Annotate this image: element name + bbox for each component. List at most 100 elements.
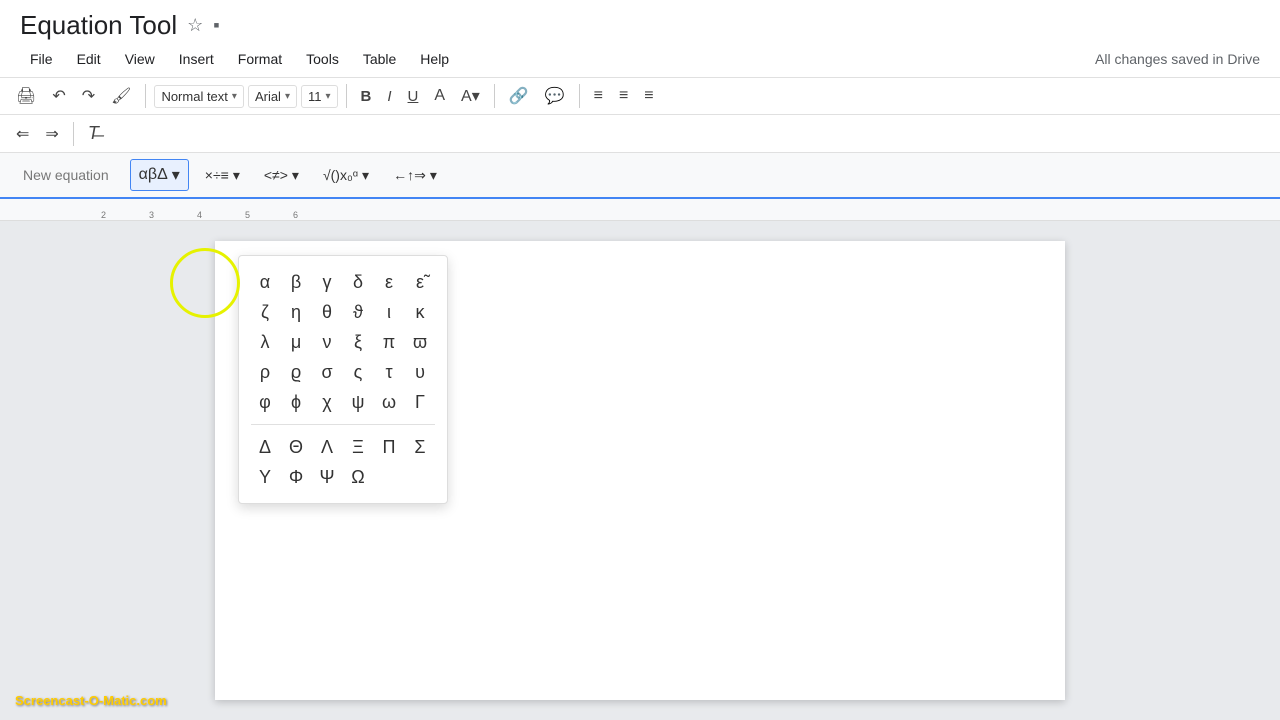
greek-upsilon[interactable]: υ xyxy=(406,358,434,386)
greek-theta[interactable]: θ xyxy=(313,298,341,326)
greek-psi[interactable]: ψ xyxy=(344,388,372,416)
menu-file[interactable]: File xyxy=(20,45,63,73)
arrows-dropdown[interactable]: ←↑⇒ ▾ xyxy=(385,163,445,188)
greek-alpha[interactable]: α xyxy=(251,268,279,296)
greek-vartheta[interactable]: ϑ xyxy=(344,298,372,326)
greek-varrho[interactable]: ϱ xyxy=(282,358,310,386)
comment-icon[interactable]: 💬 xyxy=(539,82,571,110)
greek-Omega[interactable]: Ω xyxy=(344,463,372,491)
relations-label: <≠> xyxy=(264,167,288,183)
operators-dropdown[interactable]: ×÷≡ ▾ xyxy=(197,163,248,188)
ruler-mark-2: 2 xyxy=(60,210,108,220)
math-arrow: ▾ xyxy=(362,167,369,184)
separator-2 xyxy=(346,84,347,108)
greek-gamma[interactable]: γ xyxy=(313,268,341,296)
watermark: Screencast-O-Matic.com xyxy=(15,693,167,708)
bold-button[interactable]: B xyxy=(355,84,378,109)
greek-lambda[interactable]: λ xyxy=(251,328,279,356)
greek-varpi[interactable]: ϖ xyxy=(406,328,434,356)
greek-Theta[interactable]: Θ xyxy=(282,433,310,461)
menu-format[interactable]: Format xyxy=(228,45,292,73)
greek-delta[interactable]: δ xyxy=(344,268,372,296)
greek-Lambda[interactable]: Λ xyxy=(313,433,341,461)
greek-varsigma[interactable]: ς xyxy=(344,358,372,386)
greek-sigma[interactable]: σ xyxy=(313,358,341,386)
greek-iota[interactable]: ι xyxy=(375,298,403,326)
menu-insert[interactable]: Insert xyxy=(169,45,224,73)
underline-button[interactable]: U xyxy=(402,84,425,109)
greek-Gamma[interactable]: Γ xyxy=(406,388,434,416)
greek-tau[interactable]: τ xyxy=(375,358,403,386)
separator-3 xyxy=(494,84,495,108)
greek-divider xyxy=(251,424,435,425)
star-icon[interactable]: ☆ xyxy=(187,15,203,36)
greek-epsilon[interactable]: ε xyxy=(375,268,403,296)
relations-dropdown[interactable]: <≠> ▾ xyxy=(256,163,307,188)
folder-icon[interactable]: ▪ xyxy=(213,15,219,36)
font-size-select[interactable]: 11 ▾ xyxy=(301,85,338,108)
decrease-indent-icon[interactable]: ⇐ xyxy=(10,120,35,148)
font-color-button[interactable]: A xyxy=(428,83,451,109)
greek-lowercase-grid: α β γ δ ε ε̃ ζ η θ ϑ ι κ λ μ ν ξ π ϖ ρ ϱ… xyxy=(251,268,435,491)
new-equation-button[interactable]: New equation xyxy=(10,160,122,190)
greek-zeta[interactable]: ζ xyxy=(251,298,279,326)
greek-Xi[interactable]: Ξ xyxy=(344,433,372,461)
align-right-icon[interactable]: ≡ xyxy=(638,83,659,109)
greek-eta[interactable]: η xyxy=(282,298,310,326)
greek-dropdown-arrow: ▾ xyxy=(172,165,180,185)
paint-format-icon[interactable]: 🖌 xyxy=(105,82,137,110)
ruler-mark-5: 5 xyxy=(204,210,252,220)
arrows-arrow: ▾ xyxy=(430,167,437,184)
greek-mu[interactable]: μ xyxy=(282,328,310,356)
ruler-mark-3: 3 xyxy=(108,210,156,220)
font-size-arrow: ▾ xyxy=(325,91,330,102)
undo-icon[interactable]: ↶ xyxy=(46,82,71,110)
ruler: 2 3 4 5 6 xyxy=(0,199,1280,221)
greek-beta[interactable]: β xyxy=(282,268,310,296)
math-dropdown[interactable]: √()x₀ᵅ ▾ xyxy=(315,163,377,188)
drive-status: All changes saved in Drive xyxy=(1095,51,1260,67)
greek-pi[interactable]: π xyxy=(375,328,403,356)
highlight-color-button[interactable]: A▾ xyxy=(455,82,486,110)
ruler-marks: 2 3 4 5 6 xyxy=(60,210,300,220)
menu-help[interactable]: Help xyxy=(410,45,459,73)
separator-1 xyxy=(145,84,146,108)
greek-Phi[interactable]: Φ xyxy=(282,463,310,491)
link-icon[interactable]: 🔗 xyxy=(503,82,535,110)
greek-varepsilon[interactable]: ε̃ xyxy=(406,268,434,296)
menu-view[interactable]: View xyxy=(115,45,165,73)
greek-Psi[interactable]: Ψ xyxy=(313,463,341,491)
align-left-icon[interactable]: ≡ xyxy=(588,83,609,109)
paragraph-style-select[interactable]: Normal text ▾ xyxy=(154,85,244,108)
menu-edit[interactable]: Edit xyxy=(67,45,111,73)
increase-indent-icon[interactable]: ⇒ xyxy=(39,120,64,148)
italic-button[interactable]: I xyxy=(381,84,397,109)
align-center-icon[interactable]: ≡ xyxy=(613,83,634,109)
relations-arrow: ▾ xyxy=(292,167,299,184)
greek-kappa[interactable]: κ xyxy=(406,298,434,326)
content-area: 5 3 xyxy=(0,221,1280,720)
font-value: Arial xyxy=(255,89,281,104)
operators-label: ×÷≡ xyxy=(205,167,229,183)
greek-Upsilon[interactable]: Υ xyxy=(251,463,279,491)
redo-icon[interactable]: ↷ xyxy=(76,82,101,110)
toolbar-1: 🖨 ↶ ↷ 🖌 Normal text ▾ Arial ▾ 11 ▾ B I U… xyxy=(0,77,1280,115)
greek-xi[interactable]: ξ xyxy=(344,328,372,356)
greek-rho[interactable]: ρ xyxy=(251,358,279,386)
clear-format-icon[interactable]: T̶ xyxy=(82,119,105,148)
greek-phi[interactable]: φ xyxy=(251,388,279,416)
greek-chi[interactable]: χ xyxy=(313,388,341,416)
greek-Pi[interactable]: Π xyxy=(375,433,403,461)
greek-nu[interactable]: ν xyxy=(313,328,341,356)
greek-Delta[interactable]: Δ xyxy=(251,433,279,461)
document-title[interactable]: Equation Tool xyxy=(20,10,177,41)
greek-varphi[interactable]: ϕ xyxy=(282,388,310,416)
menu-table[interactable]: Table xyxy=(353,45,406,73)
greek-letters-dropdown[interactable]: αβΔ ▾ xyxy=(130,159,189,191)
greek-Sigma[interactable]: Σ xyxy=(406,433,434,461)
font-select[interactable]: Arial ▾ xyxy=(248,85,297,108)
print-icon[interactable]: 🖨 xyxy=(10,82,42,110)
arrows-label: ←↑⇒ xyxy=(393,167,426,184)
greek-omega[interactable]: ω xyxy=(375,388,403,416)
menu-tools[interactable]: Tools xyxy=(296,45,349,73)
